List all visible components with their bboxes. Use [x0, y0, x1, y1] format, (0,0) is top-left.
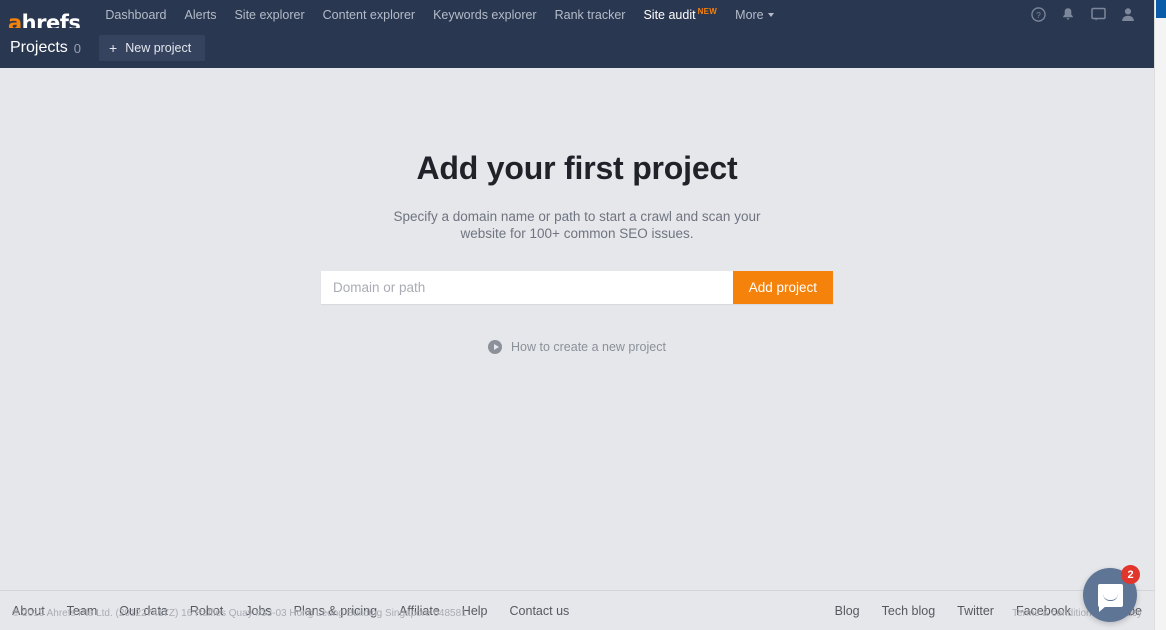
nav-label: Rank tracker: [554, 8, 626, 22]
page-title: Projects: [10, 39, 68, 56]
intercom-chat-launcher[interactable]: 2: [1083, 565, 1140, 622]
copyright-text: © 2019 Ahrefs Pte Ltd. (201227417Z) 16 R…: [12, 608, 467, 619]
page-scrollbar[interactable]: [1154, 0, 1166, 630]
browser-viewport: ahrefs Dashboard Alerts Site explorer Co…: [0, 0, 1166, 630]
nav-item-rank-tracker[interactable]: Rank tracker: [546, 8, 635, 22]
how-to-label: How to create a new project: [511, 340, 666, 354]
scrollbar-thumb[interactable]: [1156, 0, 1166, 18]
nav-label: Site audit: [643, 8, 696, 22]
nav-label: Alerts: [184, 8, 217, 22]
nav-item-keywords-explorer[interactable]: Keywords explorer: [424, 8, 546, 22]
main-content: Add your first project Specify a domain …: [0, 68, 1154, 590]
new-project-label: New project: [125, 41, 192, 55]
messages-icon[interactable]: [1090, 6, 1106, 22]
domain-or-path-input[interactable]: [321, 271, 733, 304]
new-project-button[interactable]: + New project: [99, 35, 206, 61]
nav-item-dashboard[interactable]: Dashboard: [96, 8, 175, 22]
nav-item-alerts[interactable]: Alerts: [176, 8, 226, 22]
notifications-bell-icon[interactable]: [1060, 6, 1076, 22]
nav-item-site-audit[interactable]: Site audit NEW: [634, 5, 726, 22]
unread-count-badge: 2: [1121, 565, 1140, 584]
smile-icon: [1102, 594, 1118, 601]
nav-label: Dashboard: [105, 8, 167, 22]
how-to-create-project-link[interactable]: How to create a new project: [488, 340, 666, 354]
projects-count: 0: [73, 40, 82, 56]
page-root: ahrefs Dashboard Alerts Site explorer Co…: [0, 0, 1154, 630]
terms-conditions-link[interactable]: Terms & conditions: [1012, 608, 1096, 620]
add-project-button[interactable]: Add project: [732, 271, 833, 304]
chat-bubble-icon: [1097, 583, 1123, 612]
nav-label: Site explorer: [234, 8, 305, 22]
plus-icon: +: [109, 40, 118, 56]
play-icon: [488, 340, 503, 354]
scrollbar-top-cap: [1145, 0, 1154, 12]
nav-label: Content explorer: [322, 8, 416, 22]
empty-state-title: Add your first project: [416, 150, 738, 186]
empty-state-panel: Add your first project Specify a domain …: [0, 68, 1154, 355]
new-badge: NEW: [697, 6, 718, 16]
add-project-form: Add project: [321, 271, 833, 304]
primary-nav-links: Dashboard Alerts Site explorer Content e…: [96, 4, 782, 28]
legal-bar: © 2019 Ahrefs Pte Ltd. (201227417Z) 16 R…: [0, 608, 1154, 630]
help-icon[interactable]: ?: [1030, 6, 1046, 22]
chevron-down-icon: [767, 12, 774, 17]
svg-text:?: ?: [1036, 9, 1041, 19]
empty-state-description: Specify a domain name or path to start a…: [393, 209, 761, 241]
nav-label: More: [735, 8, 764, 22]
nav-item-content-explorer[interactable]: Content explorer: [314, 8, 424, 22]
nav-label: Keywords explorer: [433, 8, 537, 22]
nav-item-more[interactable]: More: [726, 8, 782, 22]
nav-icon-group: ?: [1030, 6, 1144, 22]
nav-item-site-explorer[interactable]: Site explorer: [225, 8, 313, 22]
user-account-icon[interactable]: [1120, 6, 1136, 22]
top-navigation-bar: ahrefs Dashboard Alerts Site explorer Co…: [0, 0, 1154, 31]
projects-subnav: Projects 0 + New project: [0, 28, 1154, 71]
